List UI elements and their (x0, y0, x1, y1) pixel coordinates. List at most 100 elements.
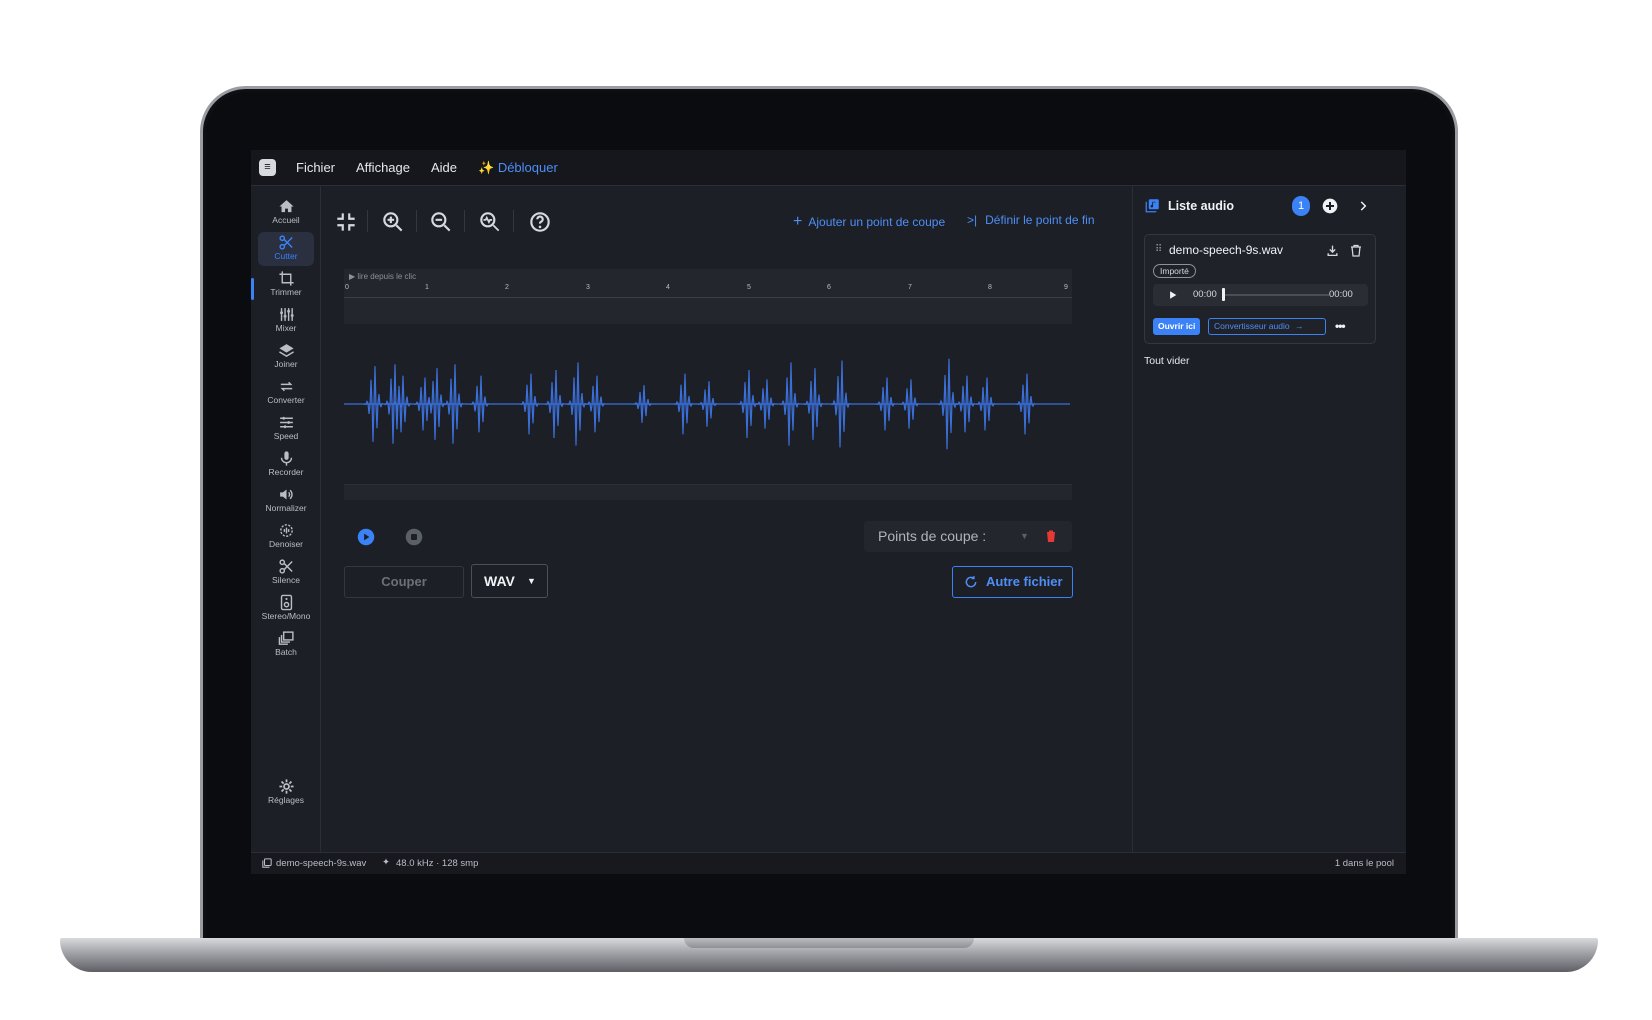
audio-list-item[interactable]: ⠿ demo-speech-9s.wav Importé 00:00 00:00… (1144, 234, 1376, 344)
cut-points-select[interactable]: Points de coupe : ▼ (864, 521, 1072, 552)
ruler-tick-label: 5 (747, 284, 751, 291)
sidebar-item-label: Accueil (272, 215, 300, 225)
sidebar-item-converter[interactable]: Converter (258, 376, 314, 410)
sidebar-item-trimmer[interactable]: Trimmer (258, 268, 314, 302)
waveform-burst (956, 375, 976, 433)
sidebar-item-recorder[interactable]: Recorder (258, 448, 314, 482)
sidebar-item-normalizer[interactable]: Normalizer (258, 484, 314, 518)
sidebar-item-accueil[interactable]: Accueil (258, 196, 314, 230)
format-select[interactable]: WAV ▼ (471, 564, 548, 598)
sidebar-item-label: Réglages (268, 795, 304, 805)
add-circle-icon[interactable] (1322, 198, 1338, 214)
menu-view[interactable]: Affichage (356, 160, 410, 175)
waveform-svg (344, 358, 1070, 450)
zoom-in-icon[interactable] (380, 209, 406, 235)
toolbar-divider (416, 210, 417, 232)
sidebar-item-joiner[interactable]: Joiner (258, 340, 314, 374)
ruler-tick-label: 0 (345, 284, 349, 291)
speaker-icon (280, 594, 292, 611)
other-file-label: Autre fichier (986, 574, 1063, 589)
audio-converter-button[interactable]: Convertisseur audio → (1208, 318, 1326, 335)
ruler-tick-label: 1 (425, 284, 429, 291)
sidebar-item-settings[interactable]: Réglages (258, 776, 314, 810)
open-here-button[interactable]: Ouvrir ici (1153, 318, 1201, 335)
stop-icon[interactable] (405, 528, 423, 546)
sidebar-item-label: Speed (273, 431, 299, 441)
add-cut-point-button[interactable]: + Ajouter un point de coupe (793, 213, 945, 231)
ruler-tick-label: 8 (988, 284, 992, 291)
waveform-canvas[interactable] (344, 324, 1072, 484)
drag-handle-icon[interactable]: ⠿ (1155, 244, 1162, 255)
waveform-burst (876, 377, 896, 431)
ruler-tick-label: 3 (586, 284, 590, 291)
audio-list-title: Liste audio (1168, 199, 1234, 213)
more-options-icon[interactable]: ••• (1335, 319, 1346, 333)
sidebar-item-cutter[interactable]: Cutter (258, 232, 314, 266)
editor-panel: + Ajouter un point de coupe >| Définir le … (322, 186, 1132, 852)
play-from-click-hint: ▶ lire depuis le clic (349, 272, 417, 281)
waveform-scroll-track[interactable] (344, 484, 1072, 500)
seek-thumb[interactable] (1222, 288, 1225, 301)
zoom-out-icon[interactable] (428, 209, 454, 235)
chevron-right-icon[interactable] (1356, 199, 1370, 213)
ruler-track: 0 1 2 3 4 5 6 7 8 9 (344, 284, 1072, 298)
active-indicator (251, 278, 254, 300)
waveform-burst (780, 362, 800, 446)
sidebar-item-mixer[interactable]: Mixer (258, 304, 314, 338)
sidebar-item-silence[interactable]: Silence (258, 556, 314, 590)
timeline-ruler[interactable]: ▶ lire depuis le clic 0 1 2 3 4 5 6 7 8 … (344, 269, 1072, 324)
laptop-notch (684, 938, 974, 948)
format-value: WAV (484, 573, 515, 589)
waveform-burst (567, 362, 587, 446)
plus-icon: + (793, 213, 803, 230)
cut-points-label: Points de coupe : (878, 528, 987, 544)
app-logo-icon[interactable]: ≡ (259, 159, 276, 176)
set-end-point-button[interactable]: >| Définir le point de fin (967, 213, 1095, 227)
sidebar-item-batch[interactable]: Batch (258, 628, 314, 662)
play-icon[interactable] (1168, 290, 1178, 300)
trash-icon[interactable] (1350, 244, 1362, 257)
menu-bar: ≡ Fichier Affichage Aide ✨ Débloquer (251, 150, 1406, 186)
sidebar: Accueil Cutter Trimmer Mixer Joiner Conv… (251, 186, 321, 852)
fit-icon[interactable] (333, 209, 359, 235)
sidebar-item-label: Trimmer (270, 287, 302, 297)
denoise-icon (279, 524, 293, 537)
sidebar-item-label: Denoiser (268, 539, 304, 549)
trash-icon[interactable] (1045, 529, 1057, 543)
waveform-burst (938, 358, 958, 450)
sidebar-item-denoiser[interactable]: Denoiser (258, 520, 314, 554)
sidebar-item-label: Normalizer (265, 503, 307, 513)
help-icon[interactable] (527, 209, 553, 235)
cut-button[interactable]: Couper (344, 566, 464, 598)
menu-unlock[interactable]: ✨ Débloquer (478, 160, 558, 176)
waveform-burst (804, 368, 824, 440)
other-file-button[interactable]: Autre fichier (952, 566, 1073, 598)
sidebar-item-label: Silence (272, 575, 300, 585)
menu-help[interactable]: Aide (431, 160, 457, 175)
seek-bar[interactable] (1223, 294, 1329, 296)
zoom-waveform-icon[interactable] (477, 209, 503, 235)
audio-list-panel: Liste audio 1 ⠿ demo-speech-9s.wav Impor… (1132, 186, 1406, 852)
current-time: 00:00 (1193, 289, 1217, 300)
sidebar-item-speed[interactable]: Speed (258, 412, 314, 446)
mini-player: 00:00 00:00 (1153, 284, 1368, 306)
arrow-right-icon: → (1294, 321, 1304, 331)
waveform-burst (444, 364, 464, 444)
download-icon[interactable] (1326, 244, 1339, 257)
sidebar-item-label: Cutter (274, 251, 298, 261)
chevron-down-icon: ▼ (527, 576, 536, 586)
waveform-burst (756, 379, 776, 429)
swap-icon (280, 381, 292, 392)
sidebar-item-stereo-mono[interactable]: Stereo/Mono (258, 592, 314, 626)
clear-all-button[interactable]: Tout vider (1144, 355, 1190, 367)
batch-icon (278, 631, 294, 645)
waveform-burst (1016, 373, 1036, 435)
play-icon[interactable] (357, 528, 375, 546)
status-file-name: demo-speech-9s.wav (276, 858, 367, 869)
waveform-burst (633, 385, 653, 423)
waveform-burst (364, 366, 384, 442)
app-window: ≡ Fichier Affichage Aide ✨ Débloquer Acc… (251, 150, 1406, 874)
sidebar-item-label: Mixer (275, 323, 297, 333)
menu-file[interactable]: Fichier (296, 160, 335, 175)
audio-file-name: demo-speech-9s.wav (1169, 243, 1284, 257)
